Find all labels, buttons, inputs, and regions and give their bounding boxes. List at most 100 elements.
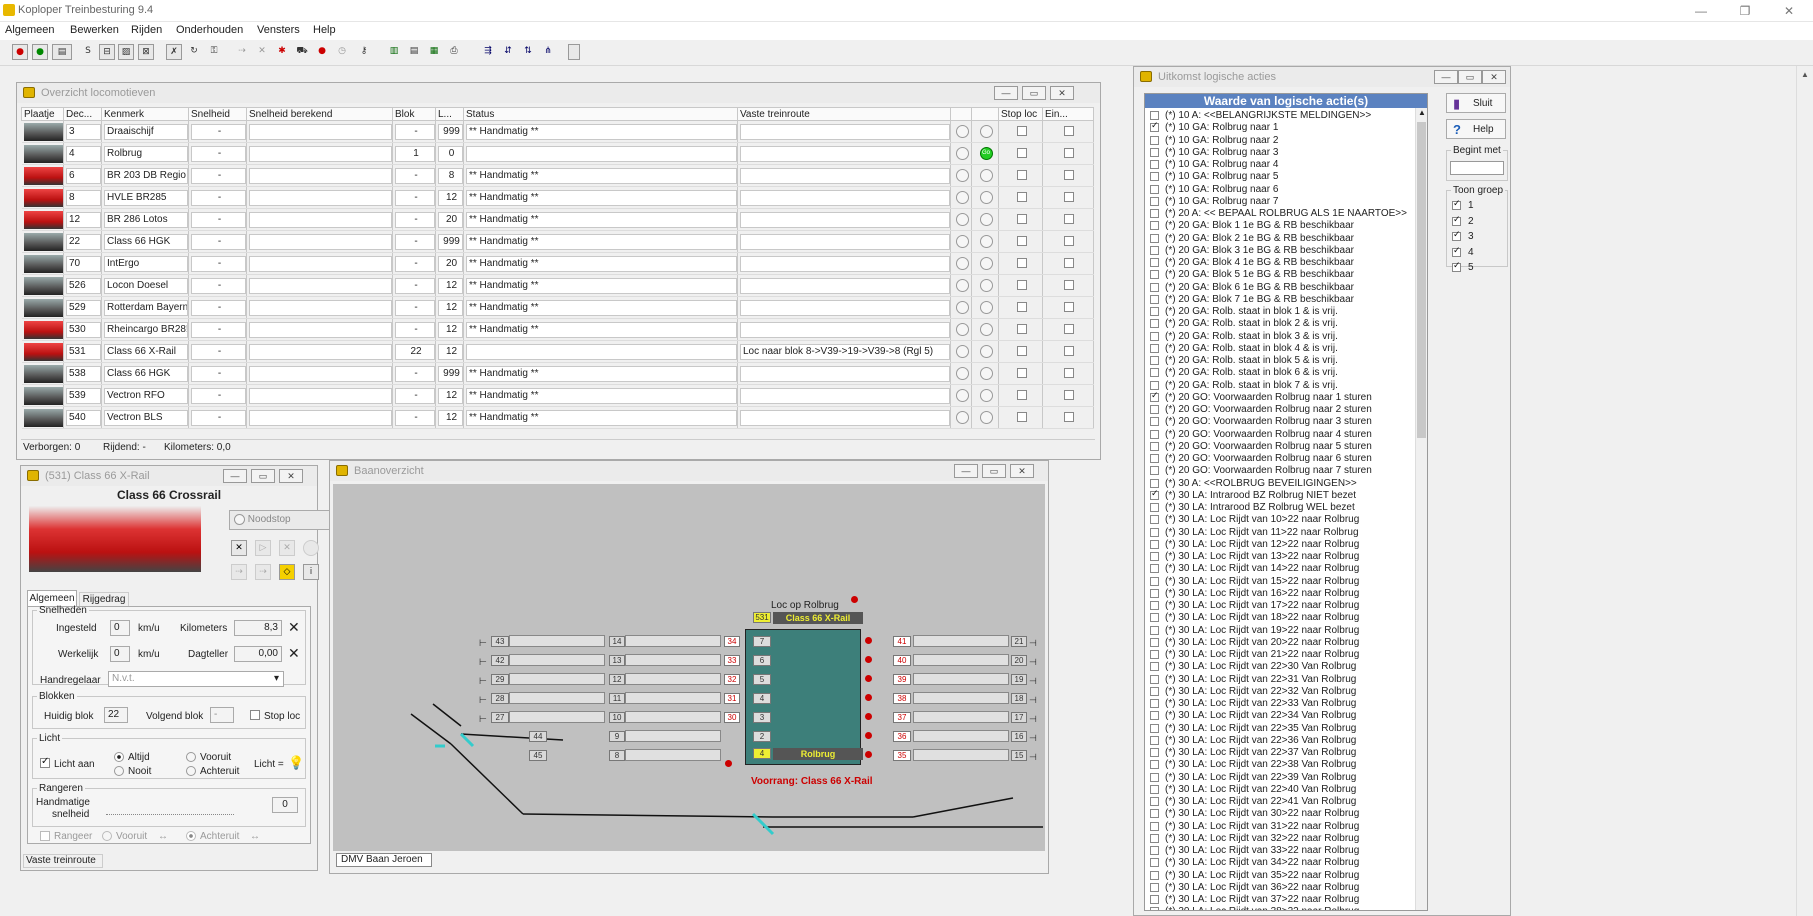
action-checkbox[interactable] (1150, 907, 1159, 910)
circle-icon[interactable] (303, 540, 319, 556)
bridge-track-number[interactable]: 3 (753, 712, 771, 723)
signal-block-number[interactable]: 32 (724, 674, 740, 685)
action-item[interactable]: (*) 30 LA: Loc Rijdt van 30>22 naar Rolb… (1165, 808, 1359, 819)
handregelaar-select[interactable]: N.v.t. (108, 671, 284, 687)
action-item[interactable]: (*) 20 GA: Blok 3 1e BG & RB beschikbaar (1165, 245, 1354, 256)
action-item[interactable]: (*) 10 GA: Rolbrug naar 1 (1165, 122, 1278, 133)
loco-go-circle[interactable] (979, 367, 993, 380)
minimize-button[interactable]: — (994, 86, 1018, 100)
column-header[interactable]: Blok (392, 107, 436, 121)
stop-loc-checkbox[interactable] (1016, 148, 1027, 159)
action-item[interactable]: (*) 10 GA: Rolbrug naar 7 (1165, 196, 1278, 207)
route1-icon[interactable]: ⇢ (231, 564, 247, 580)
track-block[interactable] (625, 711, 721, 723)
group-checkbox[interactable] (1452, 215, 1461, 226)
stop-loc-checkbox[interactable] (1016, 258, 1027, 269)
action-checkbox[interactable] (1150, 588, 1159, 598)
block-icon[interactable]: ⊟ (99, 44, 115, 60)
action-item[interactable]: (*) 30 LA: Loc Rijdt van 22>40 Van Rolbr… (1165, 784, 1356, 795)
signal-red[interactable] (865, 751, 872, 758)
column-header[interactable]: Snelheid berekend (246, 107, 393, 121)
action-item[interactable]: (*) 10 GA: Rolbrug naar 6 (1165, 184, 1278, 195)
loco-row[interactable]: 70 IntErgo - -20 ** Handmatig ** (21, 252, 1094, 275)
action-checkbox[interactable] (1150, 699, 1159, 708)
emergency-icon[interactable]: ✱ (274, 44, 290, 60)
action-item[interactable]: (*) 30 LA: Loc Rijdt van 17>22 naar Rolb… (1165, 600, 1359, 611)
minimize-icon[interactable]: — (1686, 1, 1716, 21)
action-item[interactable]: (*) 30 LA: Loc Rijdt van 36>22 naar Rolb… (1165, 882, 1359, 893)
loco-row[interactable]: 530 Rheincargo BR28! - -12 ** Handmatig ** (21, 318, 1094, 341)
action-checkbox[interactable] (1150, 772, 1159, 782)
action-item[interactable]: (*) 20 GO: Voorwaarden Rolbrug naar 7 st… (1165, 465, 1372, 476)
action-item[interactable]: (*) 30 LA: Loc Rijdt van 19>22 naar Rolb… (1165, 625, 1359, 636)
maximize-button[interactable]: ▭ (1022, 86, 1046, 100)
rolbrug-signal[interactable] (851, 596, 858, 603)
einde-checkbox[interactable] (1064, 236, 1074, 247)
track-block[interactable] (625, 673, 721, 685)
action-checkbox[interactable] (1150, 784, 1159, 794)
loco-go-circle[interactable] (979, 257, 993, 270)
action-checkbox[interactable] (1150, 160, 1159, 169)
menu-onderhouden[interactable]: Onderhouden (176, 24, 243, 36)
track-block[interactable] (509, 635, 605, 647)
signal-red[interactable] (865, 732, 872, 739)
signal-red[interactable] (865, 637, 872, 644)
menu-rijden[interactable]: Rijden (131, 24, 162, 36)
action-checkbox[interactable] (1150, 233, 1159, 243)
action-item[interactable]: (*) 20 GA: Rolb. staat in blok 4 & is vr… (1165, 343, 1338, 354)
minimize-button[interactable]: — (954, 464, 978, 478)
loco-action-circle[interactable] (955, 345, 969, 358)
action-item[interactable]: (*) 30 LA: Loc Rijdt van 38>22 naar Rolb… (1165, 906, 1359, 910)
run-icon[interactable]: ↻ (186, 44, 202, 60)
action-item[interactable]: (*) 30 LA: Loc Rijdt van 13>22 naar Rolb… (1165, 551, 1359, 562)
loco-action-circle[interactable] (955, 411, 969, 424)
action-item[interactable]: (*) 20 GA: Blok 2 1e BG & RB beschikbaar (1165, 233, 1354, 244)
action-checkbox[interactable] (1150, 686, 1159, 696)
column-header[interactable]: Ein... (1042, 107, 1094, 121)
action-checkbox[interactable] (1150, 417, 1159, 427)
action-checkbox[interactable] (1150, 674, 1159, 684)
einde-checkbox[interactable] (1064, 346, 1074, 357)
stop-loc-checkbox[interactable] (1016, 236, 1027, 247)
track-block[interactable] (509, 654, 605, 666)
loco-action-circle[interactable] (955, 147, 969, 160)
action-checkbox[interactable] (1150, 258, 1159, 267)
bridge-position-number[interactable]: 4 (753, 748, 771, 759)
column-header[interactable]: Status (463, 107, 738, 121)
close-button[interactable]: ✕ (1050, 86, 1074, 100)
menu-vensters[interactable]: Vensters (257, 24, 300, 36)
action-item[interactable]: (*) 20 GA: Blok 6 1e BG & RB beschikbaar (1165, 282, 1354, 293)
maximize-button[interactable]: ▭ (982, 464, 1006, 478)
stop-loc-checkbox[interactable] (1016, 346, 1027, 357)
action-item[interactable]: (*) 20 GO: Voorwaarden Rolbrug naar 2 st… (1165, 404, 1372, 415)
close-icon[interactable]: ✕ (1774, 1, 1804, 21)
einde-checkbox[interactable] (1064, 302, 1074, 313)
action-item[interactable]: (*) 30 LA: Loc Rijdt van 37>22 naar Rolb… (1165, 894, 1359, 905)
track-block[interactable] (625, 730, 721, 742)
radio-rangeer-achteruit[interactable] (186, 831, 196, 841)
action-checkbox[interactable] (1150, 478, 1159, 488)
info-icon[interactable]: i (303, 564, 319, 580)
loco-go-circle[interactable] (979, 389, 993, 402)
edit-icon[interactable]: ▨ (118, 44, 134, 60)
bridge-name[interactable]: Rolbrug (773, 748, 863, 760)
loco-go-circle[interactable] (979, 191, 993, 204)
einde-checkbox[interactable] (1064, 192, 1074, 203)
block-number[interactable]: 11 (609, 693, 625, 704)
s-icon[interactable]: S (80, 44, 96, 60)
action-checkbox[interactable] (1150, 368, 1159, 378)
track-block[interactable] (509, 711, 605, 723)
action-item[interactable]: (*) 30 LA: Loc Rijdt van 22>31 Van Rolbr… (1165, 674, 1356, 685)
action-checkbox[interactable] (1150, 613, 1159, 623)
action-item[interactable]: (*) 30 LA: Loc Rijdt van 22>36 Van Rolbr… (1165, 735, 1356, 746)
restore-icon[interactable]: ❐ (1730, 1, 1760, 21)
action-checkbox[interactable] (1150, 209, 1159, 218)
loco-action-circle[interactable] (955, 125, 969, 138)
signal-block-number[interactable]: 40 (893, 655, 911, 666)
action-checkbox[interactable] (1150, 601, 1159, 610)
play-icon[interactable]: ▷ (255, 540, 271, 556)
tab-algemeen[interactable]: Algemeen (27, 590, 77, 606)
column-header[interactable] (950, 107, 972, 121)
scroll-thumb[interactable] (1417, 122, 1426, 438)
signal-block-number[interactable]: 39 (893, 674, 911, 685)
